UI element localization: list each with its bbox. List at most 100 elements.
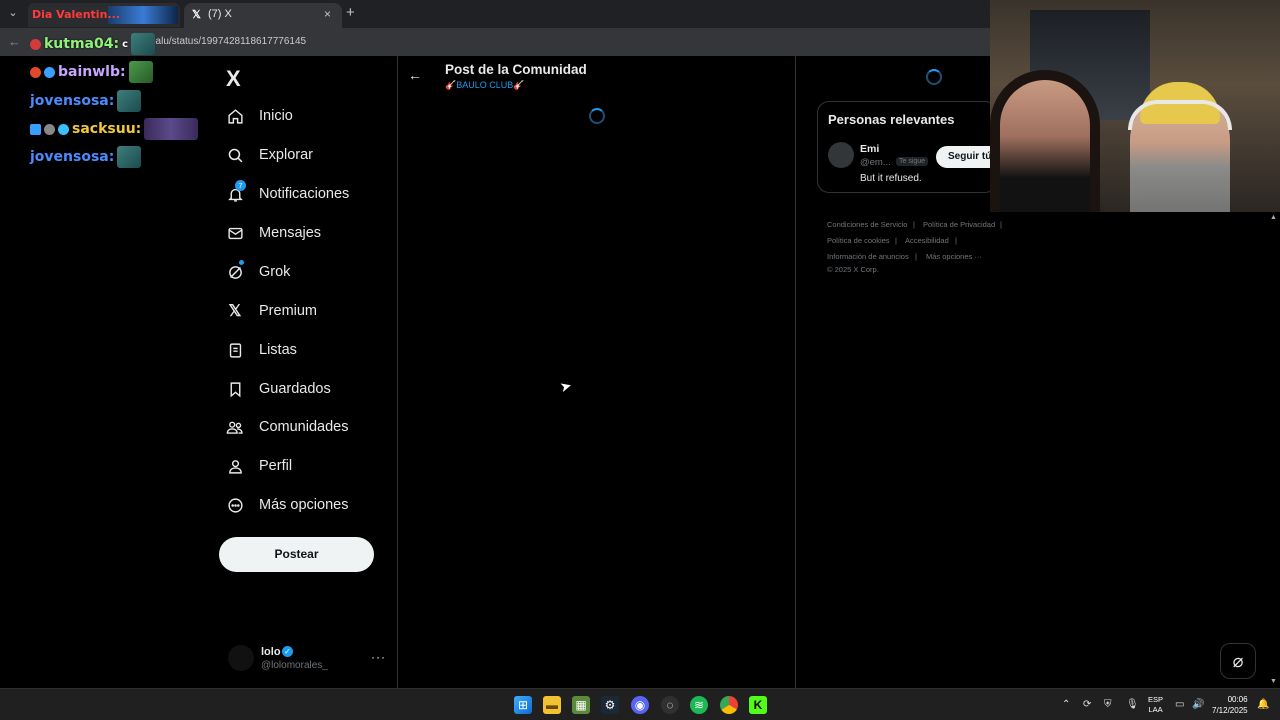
browser-tab-x[interactable]: 𝕏 (7) X × bbox=[184, 3, 342, 28]
sidebar-item-comunidades[interactable]: Comunidades bbox=[226, 418, 348, 436]
chat-user: kutma04: bbox=[44, 36, 120, 52]
tray-clock[interactable]: 00:06 7/12/2025 bbox=[1212, 694, 1248, 716]
list-icon bbox=[226, 341, 244, 359]
tray-mic-icon[interactable]: 🎙 bbox=[1126, 699, 1139, 710]
tray-chevron-icon[interactable]: ⌃ bbox=[1062, 699, 1070, 710]
tab1-title: Dia Valentin... bbox=[32, 8, 120, 21]
profile-name[interactable]: lolo bbox=[261, 646, 281, 658]
sidebar-item-mensajes[interactable]: Mensajes bbox=[226, 224, 321, 242]
steam-icon[interactable]: ⚙ bbox=[601, 696, 619, 714]
sidebar-item-listas[interactable]: Listas bbox=[226, 341, 297, 359]
sidebar-item-label: Grok bbox=[259, 264, 291, 280]
sidebar-item-label: Notificaciones bbox=[259, 186, 350, 202]
sidebar-item-label: Explorar bbox=[259, 147, 313, 163]
sidebar-item-label: Guardados bbox=[259, 381, 331, 397]
community-link[interactable]: 🎸BAULO CLUB🎸 bbox=[445, 80, 524, 91]
sidebar-item-premium[interactable]: 𝕏 Premium bbox=[226, 302, 317, 320]
sidebar-item-grok[interactable]: Grok bbox=[226, 260, 291, 281]
scroll-up-icon[interactable]: ▲ bbox=[1270, 214, 1277, 221]
new-tab-button[interactable]: + bbox=[346, 4, 355, 21]
avatar[interactable] bbox=[828, 142, 854, 168]
sidebar-item-notificaciones[interactable]: 7 Notificaciones bbox=[226, 180, 350, 203]
tray-language[interactable]: ESP LAA bbox=[1148, 695, 1163, 715]
chat-message: kutma04: c bbox=[30, 33, 156, 55]
tab-search-icon[interactable]: ⌄ bbox=[4, 4, 22, 22]
footer-link[interactable]: Información de anuncios bbox=[827, 252, 909, 261]
chrome-icon[interactable] bbox=[720, 696, 738, 714]
footer-separator: | bbox=[913, 220, 915, 229]
sidebar-item-inicio[interactable]: Inicio bbox=[226, 107, 293, 125]
chat-message: bainwlb: bbox=[30, 61, 153, 83]
sidebar-item-explorar[interactable]: Explorar bbox=[226, 146, 313, 164]
footer-link[interactable]: Accesibilidad bbox=[905, 236, 949, 245]
tray-volume-icon[interactable]: 🔊 bbox=[1192, 699, 1204, 710]
loading-spinner bbox=[926, 69, 942, 85]
home-icon bbox=[226, 107, 244, 125]
footer-link[interactable]: Más opciones ··· bbox=[926, 252, 982, 261]
scroll-down-icon[interactable]: ▼ bbox=[1270, 678, 1277, 685]
notification-badge: 7 bbox=[235, 180, 246, 191]
user-name[interactable]: Emi bbox=[860, 143, 879, 155]
footer-link[interactable]: Política de cookies bbox=[827, 236, 890, 245]
footer-separator: | bbox=[1000, 220, 1002, 229]
follow-button[interactable]: Seguir tú bbox=[936, 146, 996, 168]
chat-user: jovensosa: bbox=[30, 149, 115, 165]
chat-badge-icon bbox=[30, 38, 41, 50]
emote-icon bbox=[144, 118, 199, 140]
sidebar-item-guardados[interactable]: Guardados bbox=[226, 380, 331, 398]
webcam-headset bbox=[1128, 100, 1232, 130]
minecraft-icon[interactable]: ▦ bbox=[572, 696, 590, 714]
tray-sync-icon[interactable]: ⟳ bbox=[1083, 699, 1091, 710]
back-arrow-icon[interactable]: ← bbox=[408, 67, 422, 83]
chat-user: jovensosa: bbox=[30, 93, 115, 109]
tray-network-icon[interactable]: ▭ bbox=[1175, 699, 1184, 710]
chat-text: c bbox=[122, 38, 129, 50]
sidebar-item-perfil[interactable]: Perfil bbox=[226, 457, 292, 475]
column-divider bbox=[795, 56, 796, 688]
column-divider bbox=[397, 56, 398, 688]
user-bio: But it refused. bbox=[860, 173, 922, 184]
spotify-icon[interactable]: ≋ bbox=[690, 696, 708, 714]
sidebar-item-mas-opciones[interactable]: Más opciones bbox=[226, 496, 348, 514]
post-button[interactable]: Postear bbox=[219, 537, 374, 572]
sidebar-item-label: Comunidades bbox=[259, 419, 349, 435]
chat-badge-icon bbox=[30, 66, 41, 78]
footer-link[interactable]: Política de Privacidad bbox=[923, 220, 995, 229]
footer-link[interactable]: Condiciones de Servicio bbox=[827, 220, 907, 229]
emote-icon bbox=[131, 33, 156, 55]
close-tab-icon[interactable]: × bbox=[324, 7, 331, 21]
tab-title: (7) X bbox=[208, 8, 232, 20]
chat-badge-icon bbox=[44, 66, 55, 78]
grok-floating-button[interactable]: ⌀ bbox=[1220, 643, 1256, 679]
tray-lang-top: ESP bbox=[1148, 695, 1164, 704]
tray-shield-icon[interactable]: ⛨ bbox=[1104, 699, 1112, 710]
verified-check-icon: ✓ bbox=[282, 646, 293, 657]
page-scrollbar[interactable] bbox=[1268, 212, 1280, 688]
windows-start-icon[interactable]: ⊞ bbox=[514, 696, 532, 714]
windows-taskbar: ⊞ ▬ ▦ ⚙ ◉ ◌ ≋ K ⌃ ⟳ ⛨ 🎙 ESP LAA ▭ 🔊 00:0… bbox=[0, 688, 1280, 720]
app-icon[interactable]: ◌ bbox=[661, 696, 679, 714]
browser-tab-1[interactable]: Dia Valentin... bbox=[28, 3, 180, 27]
tray-notification-icon[interactable]: 🔔 bbox=[1257, 699, 1269, 710]
footer-separator: | bbox=[895, 236, 897, 245]
emote-icon bbox=[128, 61, 153, 83]
kick-icon[interactable]: K bbox=[749, 696, 767, 714]
x-logo-icon: 𝕏 bbox=[192, 9, 201, 21]
chat-user: bainwlb: bbox=[58, 64, 126, 80]
discord-icon[interactable]: ◉ bbox=[631, 696, 649, 714]
chat-user: sacksuu: bbox=[72, 121, 142, 137]
user-handle: @em... bbox=[860, 157, 891, 168]
x-logo-icon: 𝕏 bbox=[228, 303, 242, 320]
sidebar-item-label: Premium bbox=[259, 303, 318, 319]
avatar[interactable] bbox=[228, 645, 254, 671]
account-more-button[interactable]: ··· bbox=[371, 650, 386, 664]
grok-dot bbox=[239, 260, 244, 265]
webcam-person-1 bbox=[1000, 80, 1090, 212]
url-field[interactable]: zbalu/status/1997428118617776145 bbox=[145, 36, 306, 47]
clock-date: 7/12/2025 bbox=[1212, 706, 1248, 715]
footer-separator: | bbox=[955, 236, 957, 245]
x-logo-icon[interactable]: X bbox=[226, 66, 241, 92]
page-title: Post de la Comunidad bbox=[445, 62, 587, 77]
file-explorer-icon[interactable]: ▬ bbox=[543, 696, 561, 714]
browser-back-icon[interactable]: ← bbox=[8, 34, 21, 49]
